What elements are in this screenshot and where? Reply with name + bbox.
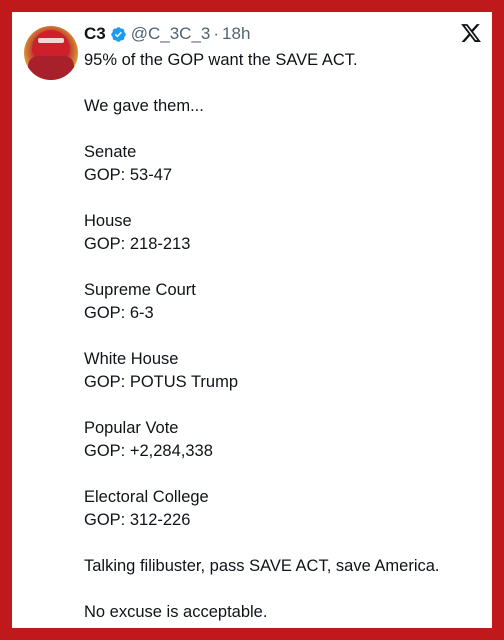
author-name[interactable]: C3 (84, 24, 106, 44)
tweet-text-line: House (84, 212, 132, 230)
tweet-text-line: Popular Vote (84, 419, 179, 437)
tweet-text-line: White House (84, 350, 179, 368)
tweet-text-line: Senate (84, 143, 137, 161)
tweet-text-line: Supreme Court (84, 281, 196, 299)
avatar-shirt-shape (28, 56, 74, 80)
profile-avatar[interactable] (24, 26, 78, 80)
avatar-hatband-shape (38, 38, 64, 43)
x-logo-icon (461, 24, 481, 42)
tweet-timestamp[interactable]: 18h (222, 24, 250, 44)
avatar-hat-shape (32, 30, 70, 56)
tweet-text-line: We gave them... (84, 97, 204, 115)
separator-dot: · (213, 24, 220, 43)
tweet-text-line: Talking filibuster, pass SAVE ACT, save … (84, 557, 440, 575)
tweet-text-line: GOP: +2,284,338 (84, 442, 213, 460)
tweet-text: 95% of the GOP want the SAVE ACT. We gave… (84, 49, 484, 624)
tweet-text-line: GOP: POTUS Trump (84, 373, 239, 391)
tweet-text-line: No excuse is acceptable. (84, 603, 268, 621)
tweet-text-line: GOP: 312-226 (84, 511, 191, 529)
tweet-text-line: GOP: 6-3 (84, 304, 154, 322)
tweet-text-line: GOP: 218-213 (84, 235, 191, 253)
tweet-header: C3 @C_3C_3 · 18h (84, 22, 250, 46)
verified-badge-icon (110, 26, 126, 42)
tweet-text-line: GOP: 53-47 (84, 166, 173, 184)
tweet-text-line: Electoral College (84, 488, 209, 506)
tweet-text-line: 95% of the GOP want the SAVE ACT. (84, 51, 358, 69)
tweet-card: C3 @C_3C_3 · 18h 95% of the GOP want the… (12, 12, 492, 628)
author-handle[interactable]: @C_3C_3 (131, 24, 211, 44)
